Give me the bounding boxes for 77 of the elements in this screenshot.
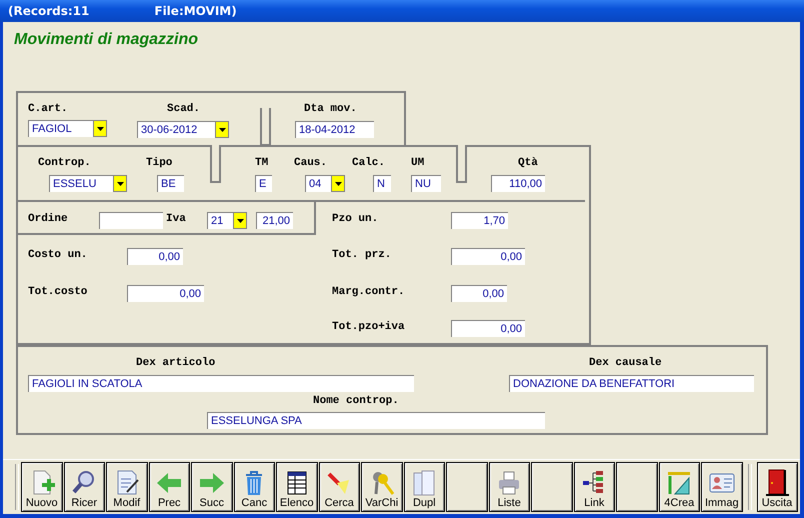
field-label: Scad. <box>167 103 200 115</box>
toolbar-button[interactable]: Modif <box>106 462 148 512</box>
field-label: Tot.pzo+iva <box>332 321 405 333</box>
input-field[interactable]: 30-06-2012 <box>137 121 215 138</box>
dropdown-button[interactable] <box>331 175 345 192</box>
toolbar-button[interactable]: Elenco <box>276 462 318 512</box>
caret-icon <box>218 128 226 132</box>
input-field[interactable] <box>99 212 163 229</box>
input-field[interactable]: 18-04-2012 <box>295 121 374 138</box>
input-field[interactable]: 0,00 <box>127 285 204 302</box>
field-label: C.art. <box>28 103 68 115</box>
toolbar-button[interactable]: 4Crea <box>658 462 700 512</box>
caret-icon <box>96 126 104 130</box>
input-field[interactable]: ESSELUNGA SPA <box>207 412 545 429</box>
input-field[interactable]: 1,70 <box>451 212 508 229</box>
right-arrow-icon <box>198 470 226 496</box>
field-label: TM <box>255 157 268 169</box>
toolbar-button[interactable]: Cerca <box>318 462 360 512</box>
field-label: Tot.costo <box>28 286 88 298</box>
exit-button[interactable]: Uscita <box>756 462 798 512</box>
toolbar-button[interactable]: Nuovo <box>21 462 62 512</box>
field-label: Dex causale <box>589 357 662 369</box>
blank-button[interactable] <box>446 462 488 512</box>
left-arrow-icon <box>155 470 184 496</box>
input-field[interactable]: DONAZIONE DA BENEFATTORI <box>509 375 754 392</box>
toolbar-button[interactable]: Immag <box>701 462 742 512</box>
toolbar-button[interactable]: Succ <box>191 462 232 512</box>
field-label: Marg.contr. <box>332 286 405 298</box>
input-field[interactable]: 21 <box>207 212 233 229</box>
field-label: Nome controp. <box>313 395 399 407</box>
toolbar-button[interactable]: Prec <box>148 462 190 512</box>
toolbar-button[interactable]: Link <box>574 462 615 512</box>
field-label: Tipo <box>146 157 172 169</box>
input-field[interactable]: FAGIOL <box>28 120 93 137</box>
caret-icon <box>334 182 342 186</box>
field-label: Pzo un. <box>332 213 378 225</box>
input-field[interactable]: ESSELU <box>49 175 113 192</box>
blank-button[interactable] <box>531 462 572 512</box>
field-label: Tot. prz. <box>332 249 392 261</box>
dropdown-button[interactable] <box>93 120 107 137</box>
field-label: UM <box>411 157 424 169</box>
input-field[interactable]: 0,00 <box>451 320 525 337</box>
toolbar-button[interactable]: Canc <box>234 462 275 512</box>
input-field[interactable]: N <box>373 175 391 192</box>
dropdown-button[interactable] <box>215 121 229 138</box>
blank-button[interactable] <box>616 462 658 512</box>
field-label: Calc. <box>352 157 386 169</box>
window-file: File:MOVIM) <box>154 4 237 18</box>
door-icon <box>763 468 791 496</box>
field-label: Dex articolo <box>136 357 216 369</box>
input-field[interactable]: BE <box>157 175 184 192</box>
input-field[interactable]: E <box>255 175 272 192</box>
toolbar-button[interactable]: Ricer <box>64 462 105 512</box>
field-label: Caus. <box>294 157 328 169</box>
field-label: Dta mov. <box>304 103 357 115</box>
toolbar-button[interactable]: Liste <box>488 462 530 512</box>
input-field[interactable]: 04 <box>305 175 331 192</box>
field-label: Controp. <box>38 157 91 169</box>
field-label: Costo un. <box>28 249 88 261</box>
window-title: (Records:11 <box>8 4 90 18</box>
input-field[interactable]: FAGIOLI IN SCATOLA <box>28 375 414 392</box>
input-field[interactable]: 0,00 <box>127 248 183 265</box>
input-field[interactable]: NU <box>411 175 441 192</box>
input-field[interactable]: 0,00 <box>451 285 507 302</box>
input-field[interactable]: 0,00 <box>451 248 525 265</box>
caret-icon <box>236 218 244 222</box>
field-label: Qtà <box>518 157 538 169</box>
input-field[interactable]: 21,00 <box>256 212 293 229</box>
dropdown-button[interactable] <box>233 212 247 229</box>
toolbar-button[interactable]: VarChi <box>361 462 402 512</box>
caret-icon <box>116 182 124 186</box>
form-heading: Movimenti di magazzino <box>14 31 198 49</box>
field-label: Ordine <box>28 213 68 225</box>
toolbar-button[interactable]: Dupl <box>404 462 445 512</box>
field-label: Iva <box>166 213 186 225</box>
dropdown-button[interactable] <box>113 175 127 192</box>
input-field[interactable]: 110,00 <box>491 175 545 192</box>
